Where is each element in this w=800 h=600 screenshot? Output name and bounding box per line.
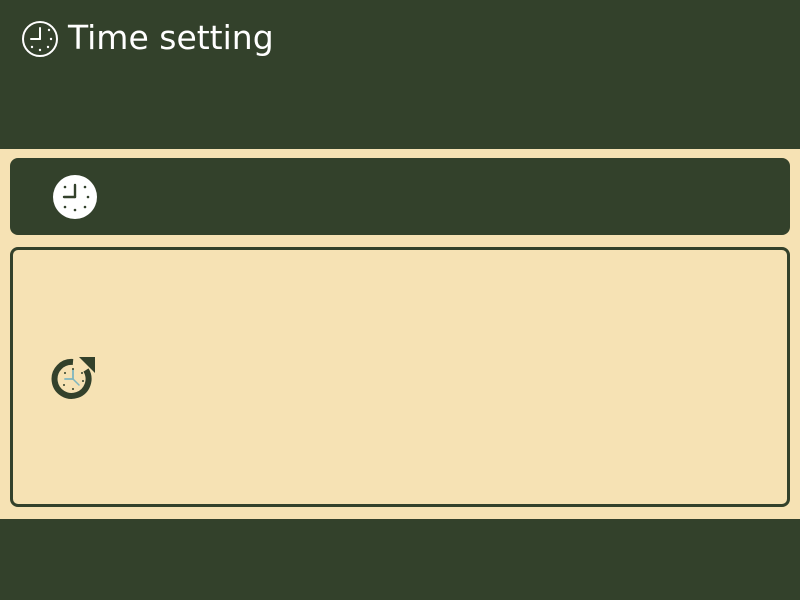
clock-icon	[53, 175, 97, 219]
clock-outline-icon	[22, 21, 58, 57]
clock-setting-item[interactable]	[10, 158, 790, 235]
header-bar: Time setting	[0, 0, 800, 149]
time-sync-item[interactable]	[10, 247, 790, 507]
clock-sync-icon	[51, 357, 95, 399]
page-title: Time setting	[68, 18, 274, 57]
footer-bar	[0, 519, 800, 600]
settings-list	[0, 149, 800, 519]
